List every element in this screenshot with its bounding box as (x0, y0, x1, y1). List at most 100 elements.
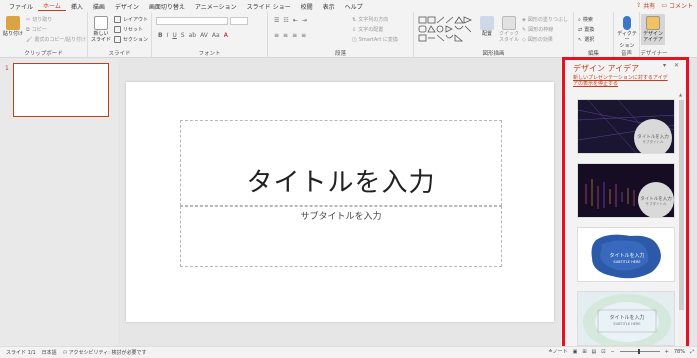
status-accessibility[interactable]: ⚇ アクセシビリティ: 検討が必要です (63, 349, 147, 356)
align-text-icon: ⇳ (352, 26, 357, 33)
align-text-label: 文字の配置 (358, 27, 384, 33)
reset-button[interactable]: リセット (114, 26, 143, 33)
design-ideas-button[interactable]: デザイン アイデア (641, 14, 665, 45)
drawing-group-label: 図形描画 (482, 51, 505, 57)
font-color-button[interactable]: A (224, 32, 228, 39)
tab-draw[interactable]: 描画 (88, 2, 110, 11)
align-text-button[interactable]: ⇳ 文字の配置 (352, 26, 384, 34)
zoom-level[interactable]: 78% (674, 349, 685, 355)
comment-button[interactable]: ▭ コメント (661, 1, 693, 10)
indent-decrease-icon[interactable]: ⇤ (293, 17, 298, 24)
scroll-up-icon[interactable]: ▲ (679, 92, 682, 97)
comment-label: コメント (668, 3, 693, 10)
design-idea-card[interactable]: タイトルを入力 サブタイトル (577, 99, 675, 154)
replace-button[interactable]: ⇄ 置換 (578, 26, 594, 34)
title-placeholder-text: タイトルを入力 (246, 168, 436, 198)
tab-view[interactable]: 表示 (318, 2, 340, 11)
slideshow-icon[interactable]: ⊡ (601, 349, 605, 355)
stop-ideas-link[interactable]: 新しいプレゼンテーションに対するアイデアの表示を停止する (573, 75, 669, 87)
slide-thumbnail[interactable] (13, 63, 109, 117)
zoom-out-icon[interactable]: − (610, 349, 614, 355)
tab-file[interactable]: ファイル (4, 2, 38, 11)
text-direction-icon: ⇅ (352, 16, 357, 23)
align-right-icon[interactable]: ≡ (292, 32, 297, 39)
smartart-button[interactable]: ◫ SmartArt に変換 (352, 36, 398, 44)
indent-increase-icon[interactable]: ⇥ (302, 17, 307, 24)
status-language[interactable]: 日本語 (42, 349, 57, 356)
change-case-button[interactable]: Aa (212, 32, 220, 39)
subtitle-placeholder[interactable]: サブタイトルを入力 (180, 206, 502, 267)
font-format-buttons: B I U S ab AV Aa A (158, 32, 228, 39)
font-name-combo[interactable] (156, 17, 228, 25)
tab-review[interactable]: 校閲 (296, 2, 318, 11)
reading-view-icon[interactable]: ▤ (592, 349, 597, 355)
font-size-combo[interactable] (230, 17, 248, 25)
layout-button[interactable]: レイアウト (114, 16, 148, 23)
find-button[interactable]: ⌕ 検索 (578, 16, 593, 24)
shape-outline-button[interactable]: ✎ 図形の枠線 (522, 26, 553, 34)
char-spacing-button[interactable]: AV (200, 32, 208, 39)
cut-button[interactable]: ✂ 切り取り (26, 16, 52, 24)
comment-icon: ▭ (661, 2, 667, 9)
pane-options-icon[interactable]: ▾ (663, 62, 666, 69)
status-slide-count: スライド 1/1 (6, 350, 36, 356)
copy-button[interactable]: ⧉ コピー (26, 26, 47, 34)
shape-fill-button[interactable]: ◈ 図形の塗りつぶし (522, 16, 568, 24)
underline-button[interactable]: U (172, 32, 176, 39)
tab-insert[interactable]: 挿入 (66, 2, 88, 11)
design-pane-scroll-thumb[interactable] (679, 100, 684, 310)
new-slide-label: 新しい スライド (91, 31, 112, 43)
normal-view-icon[interactable]: ▣ (573, 349, 578, 355)
share-icon: ⇪ (636, 2, 642, 9)
slides-group-label: スライド (108, 51, 131, 57)
drawing-group: 配置 クイック スタイル ◈ 図形の塗りつぶし ✎ 図形の枠線 ◇ 図形の効果 図形描… (414, 12, 574, 58)
tab-animations[interactable]: アニメーション (190, 2, 242, 11)
text-direction-button[interactable]: ⇅ 文字列の方向 (352, 16, 388, 24)
design-idea-card[interactable]: タイトルを入力 SUBTITLE HERE (577, 291, 675, 346)
shape-effects-button[interactable]: ◇ 図形の効果 (522, 36, 553, 44)
new-slide-button[interactable]: 新しい スライド (91, 16, 111, 43)
quick-styles-button[interactable]: クイック スタイル (498, 16, 520, 43)
slides-group: 新しい スライド レイアウト リセット セクション スライド (88, 12, 152, 58)
strikethrough-button[interactable]: S (181, 32, 185, 39)
zoom-slider[interactable] (619, 349, 660, 354)
arrange-button[interactable]: 配置 (478, 16, 496, 37)
justify-icon[interactable]: ≡ (301, 32, 306, 39)
bold-button[interactable]: B (158, 32, 163, 39)
dictate-button[interactable]: ディクテー ション (616, 16, 638, 49)
design-idea-card[interactable]: タイトルを入力 SUBTITLE HERE (577, 227, 675, 282)
strike-ab-button[interactable]: ab (189, 32, 197, 39)
share-button[interactable]: ⇪ 共有 (636, 1, 655, 10)
numbering-icon[interactable]: ☷ (283, 17, 288, 24)
bullets-icon[interactable]: ☰ (274, 17, 279, 24)
notes-button[interactable]: ≙ノート (548, 348, 567, 355)
align-left-icon[interactable]: ≡ (274, 32, 279, 39)
tab-transitions[interactable]: 画面切り替え (144, 2, 190, 11)
close-icon[interactable]: ✕ (674, 62, 679, 69)
italic-button[interactable]: I (167, 32, 169, 39)
shapes-gallery[interactable] (418, 16, 476, 46)
title-placeholder[interactable]: タイトルを入力 (180, 120, 502, 206)
section-button[interactable]: セクション (114, 36, 148, 43)
paragraph-group-label: 段落 (334, 51, 346, 57)
tab-design[interactable]: デザイン (110, 2, 144, 11)
format-painter-button[interactable]: 🖌 書式のコピー/貼り付け (26, 36, 86, 44)
format-painter-icon: 🖌 (26, 36, 33, 43)
tab-home[interactable]: ホーム (38, 1, 66, 11)
designer-group-label: デザイナー (640, 51, 668, 57)
tab-slideshow[interactable]: スライド ショー (242, 2, 296, 11)
design-idea-card[interactable]: タイトルを入力 サブタイトル (577, 163, 675, 218)
reset-icon (114, 26, 121, 33)
card-4-title: タイトルを入力 (609, 315, 645, 321)
tab-help[interactable]: ヘルプ (340, 2, 368, 11)
font-group: B I U S ab AV Aa A フォント (152, 12, 268, 58)
smartart-icon: ◫ (352, 36, 357, 43)
fit-to-window-icon[interactable]: ⤢ (690, 349, 694, 355)
align-center-icon[interactable]: ≡ (283, 32, 288, 39)
zoom-in-icon[interactable]: + (665, 349, 669, 355)
slide-sorter-icon[interactable]: ⊞ (582, 349, 586, 355)
design-ideas-icon (646, 16, 660, 30)
shape-fill-icon: ◈ (522, 16, 526, 23)
select-button[interactable]: ↖ 選択 (578, 36, 594, 44)
paste-button[interactable]: 貼り付け (3, 16, 23, 37)
